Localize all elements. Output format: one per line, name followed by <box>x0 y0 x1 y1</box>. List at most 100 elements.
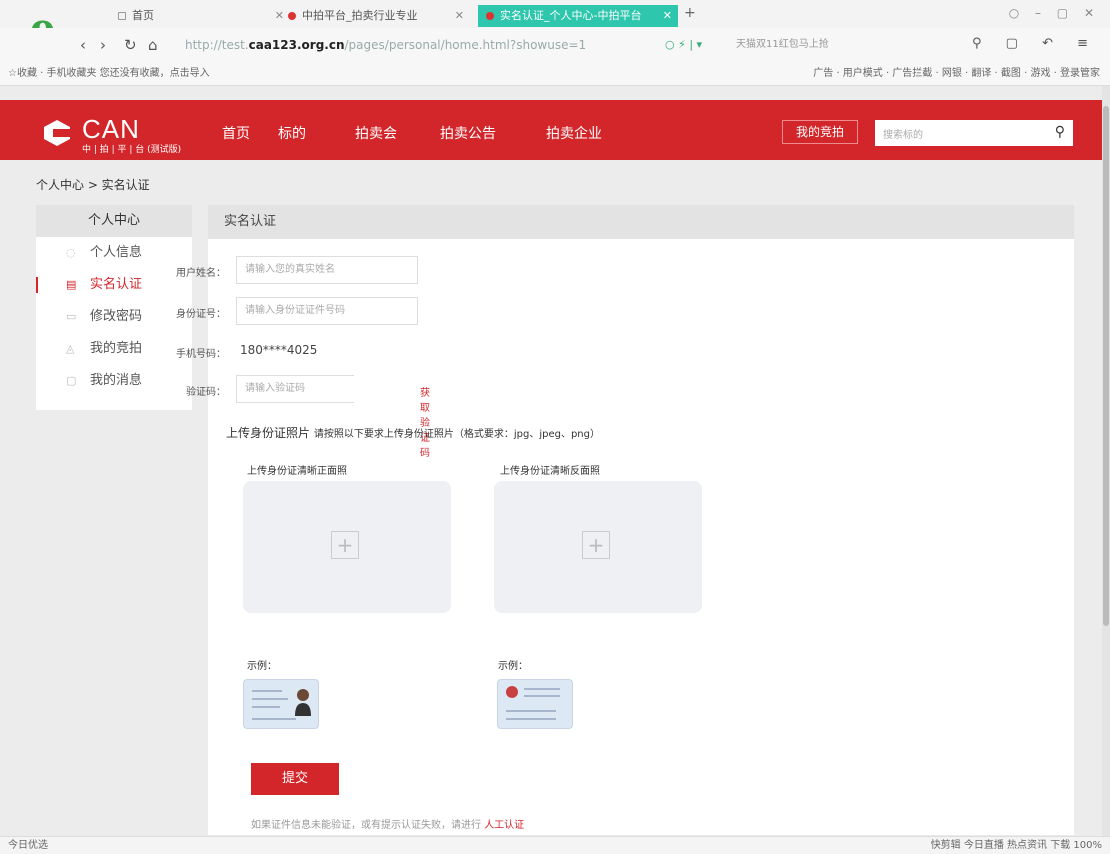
plus-icon: + <box>582 531 610 559</box>
sidebar-item-bids[interactable]: ◬ 我的竞拍 <box>36 333 192 365</box>
portrait-icon <box>295 689 311 716</box>
new-tab-icon[interactable]: + <box>684 5 696 21</box>
nav-lots[interactable]: 标的 <box>278 123 306 143</box>
lightning-icon[interactable]: ○ ⚡ | ▾ <box>665 38 702 51</box>
upload-back-label: 上传身份证清晰反面照 <box>500 466 600 477</box>
phone-label: 手机号码： <box>176 349 226 360</box>
logo-subtitle: 中 | 拍 | 平 | 台 (测试版) <box>82 145 182 155</box>
card-line <box>524 695 560 697</box>
upload-title: 上传身份证照片 <box>226 426 311 440</box>
status-right[interactable]: 快剪辑 今日直播 热点资讯 下载 100% <box>931 837 1102 854</box>
message-icon: ▢ <box>66 374 77 387</box>
sidebar-item-verification[interactable]: ▤ 实名认证 <box>36 269 192 301</box>
nav-auctions[interactable]: 拍卖会 <box>355 123 397 143</box>
card-line <box>506 710 556 712</box>
address-bar-row: ‹ › ↻ ⌂ http://test.caa123.org.cn/pages/… <box>0 28 1110 62</box>
url-prefix: http://test. <box>185 38 249 52</box>
search-icon[interactable]: ⚲ <box>1055 124 1065 140</box>
close-icon[interactable]: ✕ <box>663 5 672 27</box>
name-field[interactable]: 请输入您的真实姓名 <box>236 256 418 284</box>
code-label: 验证码： <box>186 387 226 398</box>
gavel-icon: ◬ <box>66 342 75 355</box>
logo-text: CAN <box>82 114 140 144</box>
browser-tab[interactable]: 首页 ✕ <box>110 5 290 27</box>
home-icon[interactable]: ⌂ <box>148 36 158 54</box>
url-path: /pages/personal/home.html?showuse=1 <box>344 38 587 52</box>
my-auction-button[interactable]: 我的竞拍 <box>782 120 858 144</box>
window-controls[interactable]: ○ – ▢ ✕ <box>1009 6 1100 20</box>
card-line <box>506 718 556 720</box>
example-label: 示例： <box>247 661 277 672</box>
sidebar-item-messages[interactable]: ▢ 我的消息 <box>36 365 192 397</box>
panel-title: 实名认证 <box>208 205 1074 239</box>
browser-tools[interactable]: ⚲ ▢ ↶ ≡ <box>972 36 1098 51</box>
tab-title: 中拍平台_拍卖行业专业 <box>302 9 418 22</box>
site-favicon-icon <box>288 12 296 20</box>
phone-value: 180****4025 <box>240 343 318 357</box>
emblem-icon <box>506 686 518 698</box>
card-line <box>252 706 280 708</box>
submit-button[interactable]: 提交 <box>251 763 339 795</box>
sidebar-item-label: 实名认证 <box>90 277 143 292</box>
bookmarks-bar: ☆收藏 · 手机收藏夹 您还没有收藏，点击导入 广告 · 用户模式 · 广告拦截… <box>0 62 1110 86</box>
refresh-icon[interactable]: ↻ <box>124 36 137 54</box>
manual-verify-link[interactable]: 人工认证 <box>484 820 524 831</box>
close-icon[interactable]: ✕ <box>455 5 464 27</box>
bookmarks-right[interactable]: 广告 · 用户模式 · 广告拦截 · 网银 · 翻译 · 截图 · 游戏 · 登… <box>813 62 1100 86</box>
upload-back-box[interactable]: + <box>494 481 702 613</box>
card-line <box>252 698 288 700</box>
url-field[interactable]: http://test.caa123.org.cn/pages/personal… <box>185 34 665 56</box>
id-card-back-example-image <box>497 679 573 729</box>
scrollbar-thumb[interactable] <box>1103 106 1109 626</box>
page-icon <box>118 12 126 20</box>
forward-icon[interactable]: › <box>100 36 106 54</box>
card-line <box>524 688 560 690</box>
upload-section-title: 上传身份证照片 请按照以下要求上传身份证照片（格式要求：jpg、jpeg、png… <box>226 424 600 441</box>
browser-tab[interactable]: 中拍平台_拍卖行业专业 ✕ <box>280 5 470 27</box>
search-placeholder: 搜索标的 <box>883 130 923 141</box>
id-number-field[interactable]: 请输入身份证证件号码 <box>236 297 418 325</box>
tip-text: 如果证件信息未能验证，或有提示认证失败，请进行 <box>251 820 481 831</box>
name-label: 用户姓名： <box>176 268 226 279</box>
page-scrollbar[interactable] <box>1102 86 1110 836</box>
manual-verify-tip: 如果证件信息未能验证，或有提示认证失败，请进行 人工认证 <box>251 816 524 831</box>
browser-search-input[interactable]: 天猫双11红包马上抢 <box>730 34 970 56</box>
upload-front-label: 上传身份证清晰正面照 <box>247 466 347 477</box>
browser-tab-bar: 首页 ✕ 中拍平台_拍卖行业专业 ✕ 实名认证_个人中心-中拍平台 ✕ + ○ … <box>0 0 1110 28</box>
lock-icon: ▭ <box>66 310 77 323</box>
site-search-input[interactable]: 搜索标的 ⚲ <box>875 120 1073 146</box>
upload-front-box[interactable]: + <box>243 481 451 613</box>
id-card-icon: ▤ <box>66 278 77 291</box>
browser-tab-active[interactable]: 实名认证_个人中心-中拍平台 ✕ <box>478 5 678 27</box>
sidebar-item-label: 我的竞拍 <box>90 341 143 356</box>
get-code-button[interactable]: 获取验证码 <box>420 384 430 459</box>
sidebar-item-label: 个人信息 <box>90 245 143 260</box>
sidebar-item-label: 我的消息 <box>90 373 143 388</box>
bookmarks-left[interactable]: ☆收藏 · 手机收藏夹 您还没有收藏，点击导入 <box>8 62 210 86</box>
nav-announcements[interactable]: 拍卖公告 <box>440 123 496 143</box>
nav-companies[interactable]: 拍卖企业 <box>546 123 602 143</box>
breadcrumb[interactable]: 个人中心 > 实名认证 <box>36 176 150 193</box>
card-line <box>252 690 282 692</box>
upload-note: 请按照以下要求上传身份证照片（格式要求：jpg、jpeg、png） <box>313 429 600 440</box>
tab-title: 首页 <box>132 9 154 22</box>
sidebar-title: 个人中心 <box>36 205 192 237</box>
example-label: 示例： <box>498 661 528 672</box>
back-icon[interactable]: ‹ <box>80 36 86 54</box>
site-favicon-icon <box>486 12 494 20</box>
code-field[interactable]: 请输入验证码 <box>236 375 354 403</box>
nav-home[interactable]: 首页 <box>222 123 250 143</box>
tab-title: 实名认证_个人中心-中拍平台 <box>500 9 642 22</box>
sidebar-item-password[interactable]: ▭ 修改密码 <box>36 301 192 333</box>
card-line <box>252 718 296 720</box>
plus-icon: + <box>331 531 359 559</box>
sidebar-item-label: 修改密码 <box>90 309 143 324</box>
status-bar: 今日优选 快剪辑 今日直播 热点资讯 下载 100% <box>0 836 1110 854</box>
user-icon: ◌ <box>66 246 76 259</box>
sidebar-item-profile[interactable]: ◌ 个人信息 <box>36 237 192 269</box>
sidebar: 个人中心 ◌ 个人信息 ▤ 实名认证 ▭ 修改密码 ◬ 我的竞拍 ▢ 我的消息 <box>36 205 192 410</box>
url-host: caa123.org.cn <box>248 38 345 52</box>
id-number-label: 身份证号： <box>176 309 226 320</box>
status-left[interactable]: 今日优选 <box>8 837 48 854</box>
logo-mark-icon <box>44 120 70 146</box>
